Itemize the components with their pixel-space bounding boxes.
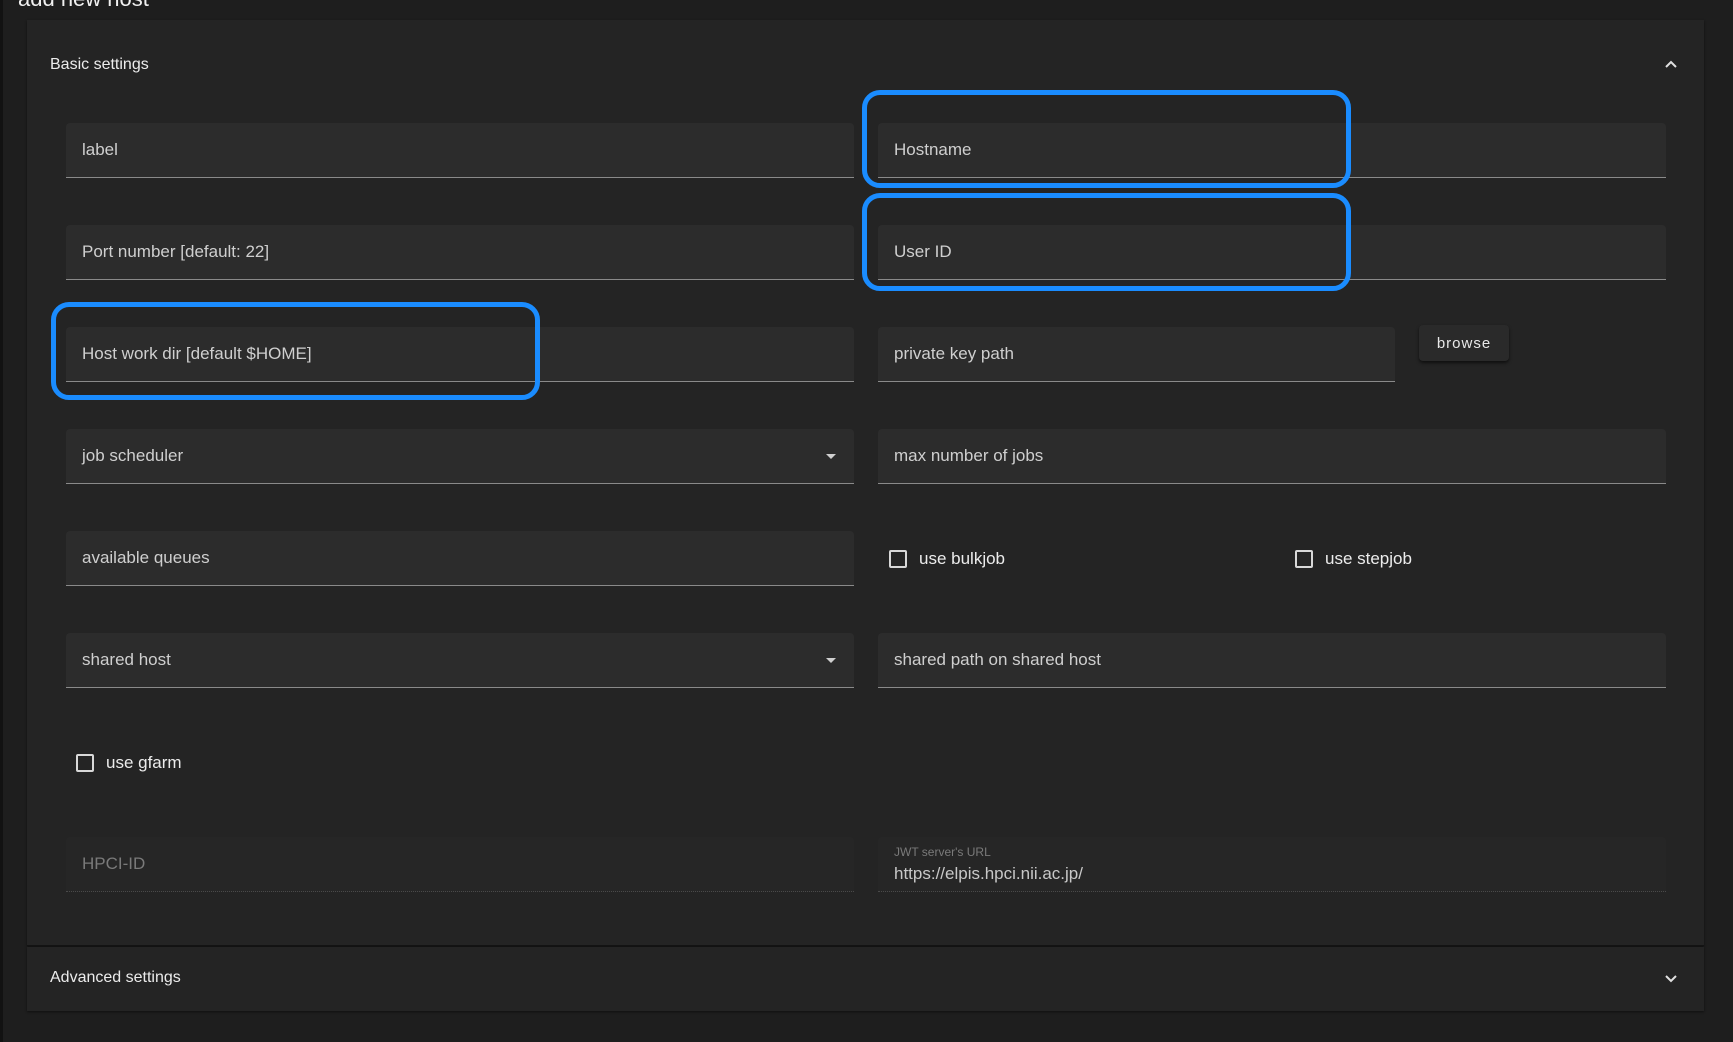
browse-button[interactable]: browse xyxy=(1419,325,1509,361)
label-placeholder: label xyxy=(82,140,118,159)
job-scheduler-select[interactable]: job scheduler xyxy=(66,429,854,484)
shared-host-select[interactable]: shared host xyxy=(66,633,854,688)
dialog-title: add new host xyxy=(18,0,149,12)
available-queues-placeholder: available queues xyxy=(82,548,210,567)
port-number-input[interactable]: Port number [default: 22] xyxy=(66,225,854,280)
private-key-path-placeholder: private key path xyxy=(894,344,1015,363)
use-bulkjob-option[interactable]: use bulkjob xyxy=(889,545,1005,573)
checkbox-icon[interactable] xyxy=(1295,550,1313,568)
chevron-down-icon[interactable] xyxy=(1664,974,1678,984)
private-key-path-input[interactable]: private key path xyxy=(878,327,1395,382)
advanced-settings-panel[interactable]: Advanced settings xyxy=(27,947,1704,1011)
advanced-settings-header[interactable]: Advanced settings xyxy=(50,969,181,987)
use-bulkjob-label: use bulkjob xyxy=(919,549,1006,568)
hpci-id-placeholder: HPCI-ID xyxy=(82,854,146,873)
port-number-placeholder: Port number [default: 22] xyxy=(82,242,270,261)
job-scheduler-placeholder: job scheduler xyxy=(82,446,184,465)
checkbox-icon[interactable] xyxy=(76,754,94,772)
jwt-server-url-input: JWT server's URL https://elpis.hpci.nii.… xyxy=(878,837,1666,892)
shared-path-input[interactable]: shared path on shared host xyxy=(878,633,1666,688)
checkbox-icon[interactable] xyxy=(889,550,907,568)
user-id-input[interactable]: User ID xyxy=(878,225,1666,280)
use-stepjob-label: use stepjob xyxy=(1325,549,1412,568)
host-work-dir-placeholder: Host work dir [default $HOME] xyxy=(82,344,312,363)
use-gfarm-label: use gfarm xyxy=(106,753,182,772)
basic-settings-header[interactable]: Basic settings xyxy=(50,56,149,74)
max-jobs-input[interactable]: max number of jobs xyxy=(878,429,1666,484)
shared-path-placeholder: shared path on shared host xyxy=(894,650,1101,669)
max-jobs-placeholder: max number of jobs xyxy=(894,446,1044,465)
use-stepjob-option[interactable]: use stepjob xyxy=(1295,545,1412,573)
user-id-placeholder: User ID xyxy=(894,242,952,261)
jwt-server-url-value: https://elpis.hpci.nii.ac.jp/ xyxy=(894,864,1083,883)
available-queues-input[interactable]: available queues xyxy=(66,531,854,586)
hostname-input[interactable]: Hostname xyxy=(878,123,1666,178)
dropdown-arrow-icon xyxy=(826,454,836,459)
dropdown-arrow-icon xyxy=(826,658,836,663)
add-host-dialog: add new host Basic settings label Hostna… xyxy=(0,0,1733,1042)
chevron-up-icon[interactable] xyxy=(1664,59,1678,69)
host-work-dir-input[interactable]: Host work dir [default $HOME] xyxy=(66,327,854,382)
window-edge xyxy=(0,0,3,1042)
shared-host-placeholder: shared host xyxy=(82,650,171,669)
hpci-id-input: HPCI-ID xyxy=(66,837,854,892)
hostname-placeholder: Hostname xyxy=(894,140,972,159)
use-gfarm-option[interactable]: use gfarm xyxy=(76,749,182,777)
label-input[interactable]: label xyxy=(66,123,854,178)
jwt-server-url-label: JWT server's URL xyxy=(894,845,991,859)
